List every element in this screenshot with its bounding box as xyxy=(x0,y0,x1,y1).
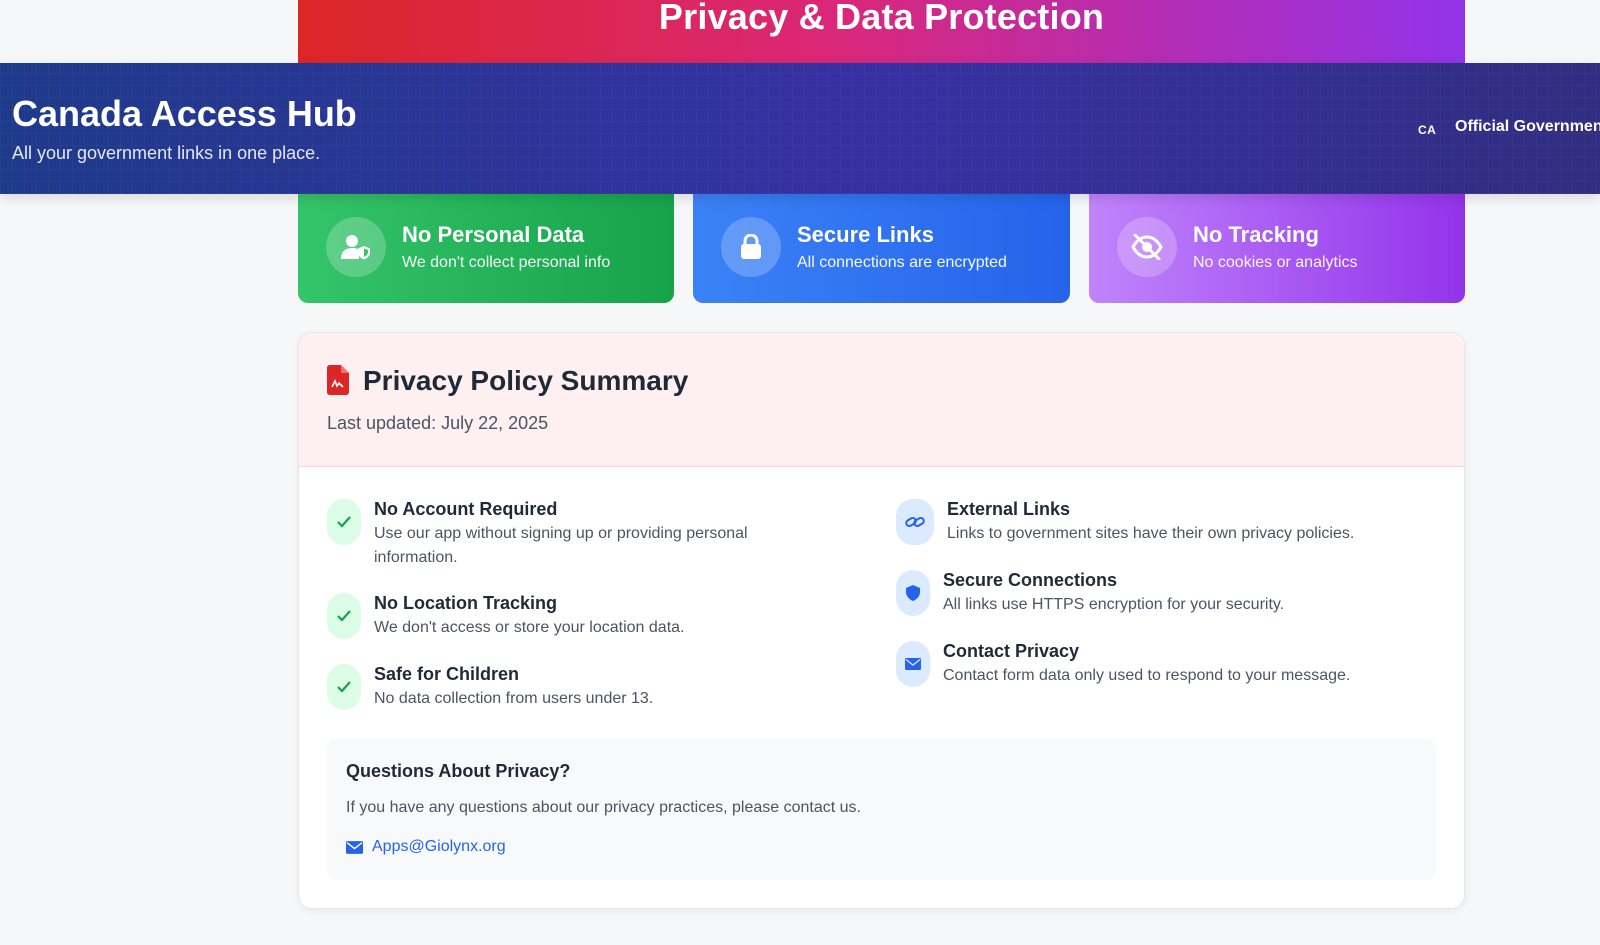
item-title: External Links xyxy=(947,499,1071,519)
eye-slash-icon xyxy=(1117,216,1177,277)
list-item: No Location Tracking We don't access or … xyxy=(327,593,827,640)
pdf-file-icon xyxy=(327,365,349,400)
site-header: Canada Access Hub All your government li… xyxy=(0,63,1600,194)
feature-title: No Personal Data xyxy=(402,221,585,247)
item-desc: Use our app without signing up or provid… xyxy=(374,525,748,566)
item-title: No Account Required xyxy=(374,499,558,519)
site-tagline: All your government links in one place. xyxy=(12,143,321,163)
user-shield-icon xyxy=(326,216,386,277)
feature-card-secure-links: Secure Links All connections are encrypt… xyxy=(693,190,1070,303)
lock-icon xyxy=(721,216,781,277)
feature-card-no-tracking: No Tracking No cookies or analytics xyxy=(1089,190,1465,303)
item-desc: Contact form data only used to respond t… xyxy=(943,667,1351,684)
feature-desc: We don't collect personal info xyxy=(402,253,611,271)
site-title[interactable]: Canada Access Hub xyxy=(12,93,357,135)
envelope-icon xyxy=(346,840,363,854)
item-title: Secure Connections xyxy=(943,570,1118,590)
questions-title: Questions About Privacy? xyxy=(346,761,571,781)
shield-icon xyxy=(896,570,930,616)
list-item: External Links Links to government sites… xyxy=(896,499,1436,546)
official-badge: Official Government xyxy=(1455,118,1600,135)
link-icon xyxy=(896,499,934,545)
policy-header: Privacy Policy Summary Last updated: Jul… xyxy=(299,333,1464,467)
questions-text: If you have any questions about our priv… xyxy=(346,799,861,816)
list-item: Secure Connections All links use HTTPS e… xyxy=(896,570,1436,617)
hero-banner: Privacy & Data Protection xyxy=(298,0,1465,64)
hero-title: Privacy & Data Protection xyxy=(658,0,1105,37)
contact-email-text: Apps@Giolynx.org xyxy=(372,838,506,855)
item-title: Contact Privacy xyxy=(943,641,1080,661)
feature-title: Secure Links xyxy=(797,221,934,247)
contact-email-link[interactable]: Apps@Giolynx.org xyxy=(346,838,506,856)
policy-title: Privacy Policy Summary xyxy=(363,365,689,396)
list-item: Contact Privacy Contact form data only u… xyxy=(896,641,1436,688)
item-desc: No data collection from users under 13. xyxy=(374,690,654,707)
privacy-policy-card: Privacy Policy Summary Last updated: Jul… xyxy=(298,332,1465,909)
feature-desc: No cookies or analytics xyxy=(1193,253,1358,271)
check-icon xyxy=(327,499,361,545)
check-icon xyxy=(327,593,361,639)
feature-title: No Tracking xyxy=(1193,221,1319,247)
questions-box: Questions About Privacy? If you have any… xyxy=(327,739,1436,880)
envelope-icon xyxy=(896,641,930,687)
feature-card-no-personal-data: No Personal Data We don't collect person… xyxy=(298,190,674,303)
item-desc: Links to government sites have their own… xyxy=(947,525,1355,542)
last-updated: Last updated: July 22, 2025 xyxy=(327,413,549,433)
item-title: Safe for Children xyxy=(374,664,520,684)
list-item: No Account Required Use our app without … xyxy=(327,499,827,570)
list-item: Safe for Children No data collection fro… xyxy=(327,664,827,711)
check-icon xyxy=(327,664,361,710)
item-desc: We don't access or store your location d… xyxy=(374,619,685,636)
country-code: CA xyxy=(1418,123,1437,137)
item-title: No Location Tracking xyxy=(374,593,558,613)
item-desc: All links use HTTPS encryption for your … xyxy=(943,596,1285,613)
feature-desc: All connections are encrypted xyxy=(797,253,1007,271)
